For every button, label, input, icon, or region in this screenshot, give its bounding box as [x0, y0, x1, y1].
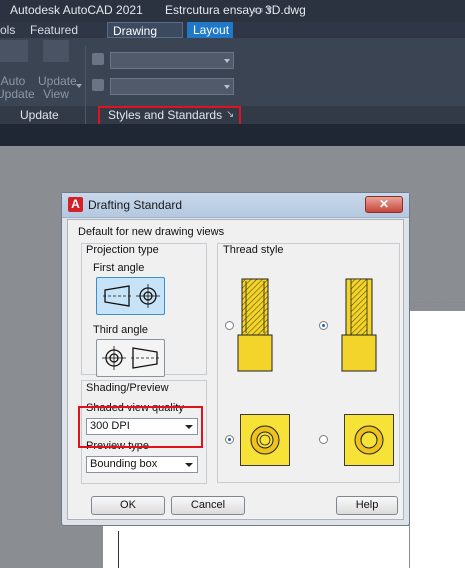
- layout-paper: [410, 311, 465, 568]
- chevron-down-icon: [224, 85, 230, 89]
- ribbon-panel: Auto Update Update View: [0, 38, 465, 106]
- help-button[interactable]: Help: [336, 496, 398, 515]
- thread-end-view-icon: [354, 425, 384, 455]
- file-title: Estrcutura ensayo 3D.dwg: [165, 3, 306, 17]
- style-dropdown[interactable]: [110, 52, 234, 69]
- shading-preview-label: Shading/Preview: [86, 382, 169, 394]
- update-view-icon[interactable]: [43, 40, 69, 62]
- preview-type-select[interactable]: Bounding box: [86, 456, 198, 473]
- third-angle-symbol-icon: [102, 346, 159, 370]
- dialog-title-bar[interactable]: A Drafting Standard ✕: [62, 193, 409, 218]
- style-icon: [92, 53, 104, 65]
- dialog-subtitle: Default for new drawing views: [78, 226, 225, 238]
- layout-paper-bottom: [103, 526, 409, 568]
- first-angle-button[interactable]: [96, 277, 165, 315]
- auto-update-button[interactable]: Auto Update: [0, 75, 35, 101]
- thread-end-view-2: [344, 414, 394, 466]
- standard-icon: [92, 79, 104, 91]
- projection-type-label: Projection type: [86, 244, 159, 256]
- third-angle-label: Third angle: [93, 324, 149, 336]
- workspace-menu-icon[interactable]: ▭ ▾: [253, 3, 272, 16]
- thread-cosmetic-side-icon: [341, 278, 377, 372]
- first-angle-label: First angle: [93, 262, 145, 274]
- ribbon-tab-row: ols Featured Apps Drawing View Layout: [0, 22, 465, 54]
- close-button[interactable]: ✕: [365, 196, 403, 213]
- tab-layout[interactable]: Layout: [187, 22, 233, 38]
- panel-divider: [85, 46, 86, 106]
- thread-style-radio-4[interactable]: [319, 435, 328, 444]
- thread-hatched-side-icon: [237, 278, 273, 372]
- tab-drawing-view[interactable]: Drawing View: [107, 22, 183, 54]
- drawing-border-line: [118, 531, 119, 568]
- update-view-chevron-down-icon[interactable]: [76, 84, 82, 88]
- tab-tools[interactable]: ols: [0, 22, 20, 38]
- thread-end-view-icon: [250, 425, 280, 455]
- thread-style-radio-2[interactable]: [319, 321, 328, 330]
- preview-type-value: Bounding box: [90, 458, 158, 470]
- third-angle-button[interactable]: [96, 339, 165, 377]
- file-tabs-strip: [0, 124, 465, 146]
- update-panel-title: Update: [20, 108, 59, 122]
- auto-update-icon[interactable]: [0, 40, 28, 62]
- chevron-down-icon: [185, 463, 193, 467]
- dialog-title: Drafting Standard: [88, 198, 183, 212]
- ok-button[interactable]: OK: [91, 496, 165, 515]
- title-bar: Autodesk AutoCAD 2021 Estrcutura ensayo …: [0, 0, 465, 22]
- thread-style-radio-3[interactable]: [225, 435, 234, 444]
- thread-style-label: Thread style: [223, 244, 284, 256]
- cancel-button[interactable]: Cancel: [171, 496, 245, 515]
- app-title: Autodesk AutoCAD 2021: [10, 3, 143, 17]
- thread-style-radio-1[interactable]: [225, 321, 234, 330]
- highlight-box-shaded-quality: [78, 406, 203, 448]
- standard-dropdown[interactable]: [110, 78, 234, 95]
- tab-featured-apps[interactable]: Featured Apps: [30, 22, 102, 53]
- dialog-body: Default for new drawing views Projection…: [67, 219, 404, 520]
- update-view-button[interactable]: Update View: [38, 75, 77, 101]
- autocad-logo-icon: A: [68, 197, 83, 212]
- thread-end-view-1: [240, 414, 290, 466]
- first-angle-symbol-icon: [103, 284, 160, 308]
- chevron-down-icon: [224, 59, 230, 63]
- drafting-standard-dialog: A Drafting Standard ✕ Default for new dr…: [61, 192, 410, 526]
- panel-divider: [85, 106, 86, 124]
